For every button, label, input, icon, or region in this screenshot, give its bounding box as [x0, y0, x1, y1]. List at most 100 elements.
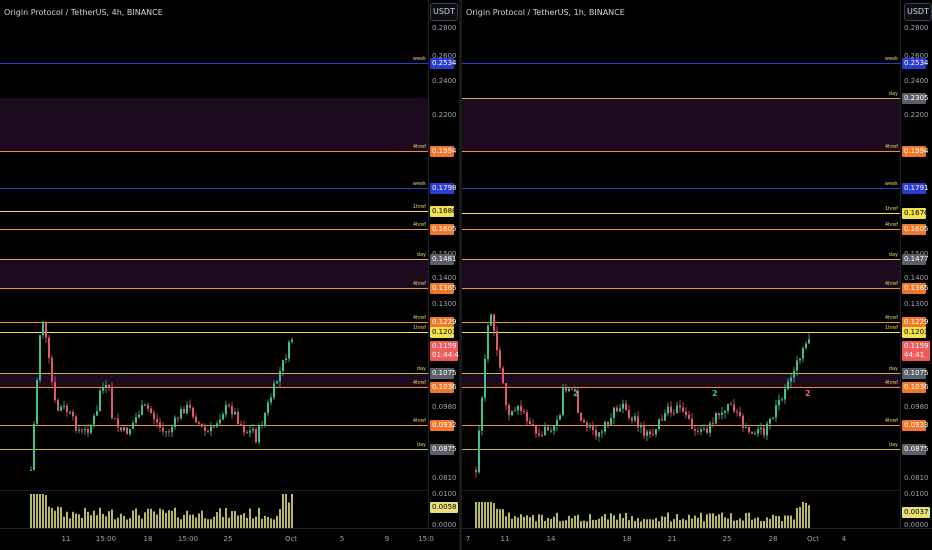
volume-bar [174, 507, 176, 528]
price-level-tag: 0.1605 [430, 224, 457, 235]
price-axis-label: 0.0810 [904, 474, 929, 482]
price-axis-label: 0.1300 [432, 300, 457, 308]
volume-bar [538, 514, 540, 528]
price-level-tag: 0.1365 [902, 283, 929, 294]
price-level-tag: 0.1676 [902, 208, 929, 219]
volume-bar [733, 520, 735, 528]
volume-bar [760, 521, 762, 528]
volume-bar [75, 513, 77, 528]
volume-bar [63, 516, 65, 528]
volume-bar [529, 517, 531, 528]
volume-bar [36, 494, 38, 528]
volume-bar [577, 514, 579, 528]
volume-bar [159, 508, 161, 528]
volume-bar [231, 511, 233, 528]
price-axis-label: 0.0000 [904, 521, 929, 529]
price-level-tag: 0.1036 [430, 382, 457, 393]
volume-bar [802, 502, 804, 528]
price-level-tag: 0.0932 [430, 420, 457, 431]
price-axis-label: 0.0000 [432, 521, 457, 529]
price-level-tag: 0.1365 [430, 283, 457, 294]
volume-bar [276, 515, 278, 528]
chart-panel-left[interactable]: Origin Protocol / TetherUS, 4h, BINANCE … [0, 0, 459, 550]
time-axis-label: 15:0 [418, 535, 434, 543]
volume-bar [156, 514, 158, 528]
volume-bar [132, 510, 134, 528]
time-axis-label: 28 [768, 535, 778, 543]
volume-bar [766, 517, 768, 528]
price-level-tag: 0.1203 [430, 327, 457, 338]
volume-bar [39, 494, 41, 528]
volume-bar [216, 512, 218, 528]
volume-bar [270, 518, 272, 528]
volume-bar [186, 510, 188, 528]
time-axis-label: 21 [667, 535, 677, 543]
volume-bar [210, 519, 212, 528]
volume-bar [712, 513, 714, 528]
volume-bar [496, 508, 498, 528]
currency-button[interactable]: USDT [904, 3, 932, 21]
time-axis-label: 15:00 [95, 535, 117, 543]
volume-bar [499, 509, 501, 528]
volume-bar [697, 517, 699, 528]
volume-bar [619, 513, 621, 528]
price-axis-label: 0.0100 [904, 490, 929, 498]
time-axis-label: 18 [143, 535, 153, 543]
volume-bar [201, 510, 203, 528]
volume-bar [703, 521, 705, 528]
volume-bar [240, 514, 242, 528]
price-level-tag: 0.1075 [430, 368, 457, 379]
volume-bar [799, 507, 801, 528]
volume-bar [724, 517, 726, 528]
volume-bar [228, 517, 230, 528]
volume-bar [631, 516, 633, 528]
volume-bar [288, 502, 290, 528]
volume-bar [646, 519, 648, 528]
volume-bar [754, 518, 756, 528]
volume-bar [616, 519, 618, 528]
volume-bar [264, 515, 266, 528]
volume-bar [607, 519, 609, 528]
price-axis-label: 0.2200 [904, 111, 929, 119]
volume-bar [706, 514, 708, 528]
volume-bar [153, 511, 155, 528]
chart-panel-right[interactable]: Origin Protocol / TetherUS, 1h, BINANCE … [462, 0, 932, 550]
volume-bar [634, 520, 636, 528]
volume-bar [520, 514, 522, 528]
candle-countdown: 44:41 [902, 350, 930, 361]
volume-bar [739, 518, 741, 528]
volume-bar [748, 512, 750, 528]
volume-bar [541, 514, 543, 528]
volume-bar [580, 521, 582, 528]
volume-bar [78, 514, 80, 528]
volume-bar [679, 519, 681, 528]
volume-bar [682, 518, 684, 528]
volume-bar [72, 511, 74, 528]
time-axis-label: 11 [500, 535, 510, 543]
volume-bar [610, 513, 612, 528]
volume-bar [282, 494, 284, 528]
volume-bar [105, 516, 107, 528]
time-axis-label: 9 [384, 535, 390, 543]
volume-bar [595, 520, 597, 528]
volume-bar [502, 509, 504, 528]
volume-bar [622, 518, 624, 528]
price-axis-label: 0.0980 [432, 403, 457, 411]
volume-bar [586, 521, 588, 528]
volume-bar [126, 519, 128, 528]
volume-bar [553, 516, 555, 528]
signal-marker: 2 [805, 389, 811, 398]
volume-bar [544, 520, 546, 528]
volume-bar [111, 509, 113, 528]
volume-bar [592, 519, 594, 528]
volume-bar [141, 518, 143, 528]
volume-bar [150, 508, 152, 528]
volume-bar [505, 516, 507, 528]
price-level-tag: 0.1605 [902, 224, 929, 235]
volume-bar [54, 510, 56, 528]
volume-bar [757, 517, 759, 528]
volume-bar [57, 506, 59, 528]
currency-button[interactable]: USDT [430, 3, 458, 21]
volume-bar [718, 514, 720, 528]
volume-bar [138, 515, 140, 528]
